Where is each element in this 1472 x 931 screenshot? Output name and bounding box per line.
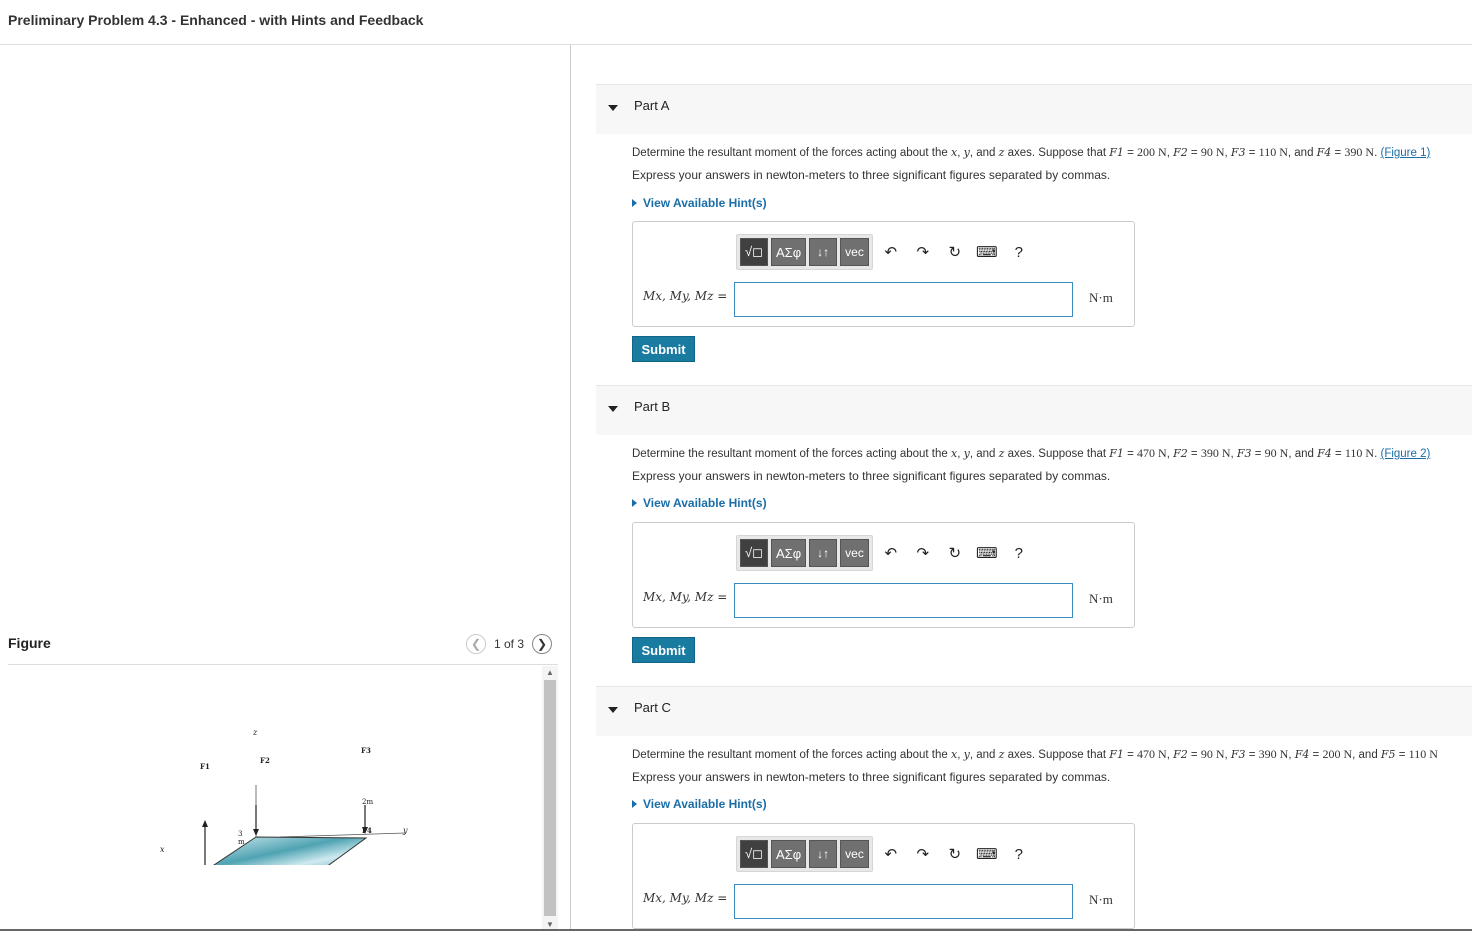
undo-icon[interactable]: ↶ xyxy=(877,539,905,567)
label-f4: F4 xyxy=(362,826,372,835)
expand-triangle-icon xyxy=(632,499,637,507)
answer-input[interactable] xyxy=(734,282,1073,317)
dimension-3m: 3 m xyxy=(238,830,245,846)
collapse-caret-icon xyxy=(608,105,618,111)
templates-button[interactable]: √◻ xyxy=(740,539,768,567)
redo-icon[interactable]: ↷ xyxy=(909,539,937,567)
help-icon[interactable]: ? xyxy=(1005,238,1033,266)
part-b-problem: Determine the resultant moment of the fo… xyxy=(632,446,1431,460)
keyboard-icon[interactable]: ⌨ xyxy=(973,840,1001,868)
reset-icon[interactable]: ↻ xyxy=(941,238,969,266)
answer-unit: N·m xyxy=(1089,290,1113,305)
collapse-caret-icon xyxy=(608,406,618,412)
answer-unit: N·m xyxy=(1089,591,1113,606)
undo-icon[interactable]: ↶ xyxy=(877,238,905,266)
axis-label-z: z xyxy=(253,728,258,737)
part-c-problem: Determine the resultant moment of the fo… xyxy=(632,747,1438,761)
math-toolbar: √◻ ΑΣφ ↓↑ vec ↶ ↷ ↻ ⌨ ? xyxy=(736,533,1033,573)
expand-triangle-icon xyxy=(632,800,637,808)
greek-symbols-button[interactable]: ΑΣφ xyxy=(771,840,807,868)
part-a-submit-button[interactable]: Submit xyxy=(632,336,695,362)
top-bar: Preliminary Problem 4.3 - Enhanced - wit… xyxy=(0,0,1472,45)
previous-figure-button[interactable]: ❮ xyxy=(466,634,486,654)
arrows-button[interactable]: ↓↑ xyxy=(809,840,838,868)
axis-label-y: y xyxy=(403,826,408,835)
math-toolbar: √◻ ΑΣφ ↓↑ vec ↶ ↷ ↻ ⌨ ? xyxy=(736,232,1033,272)
part-a-answer-box: √◻ ΑΣφ ↓↑ vec ↶ ↷ ↻ ⌨ ? Mx, My, Mz = N·m xyxy=(632,221,1135,327)
next-figure-button[interactable]: ❯ xyxy=(532,634,553,654)
answer-label: Mx, My, Mz = xyxy=(643,590,728,604)
vector-button[interactable]: vec xyxy=(840,539,869,567)
part-b-submit-button[interactable]: Submit xyxy=(632,637,695,663)
part-a-header[interactable]: Part A xyxy=(596,84,1472,134)
plate xyxy=(213,836,368,865)
math-toolbar: √◻ ΑΣφ ↓↑ vec ↶ ↷ ↻ ⌨ ? xyxy=(736,834,1033,874)
part-b-instructions: Express your answers in newton-meters to… xyxy=(632,469,1111,483)
help-icon[interactable]: ? xyxy=(1005,539,1033,567)
label-f2: F2 xyxy=(260,756,270,765)
answer-input[interactable] xyxy=(734,884,1073,919)
answer-label: Mx, My, Mz = xyxy=(643,289,728,303)
part-c-title: Part C xyxy=(634,700,671,715)
redo-icon[interactable]: ↷ xyxy=(909,840,937,868)
help-icon[interactable]: ? xyxy=(1005,840,1033,868)
figure-image xyxy=(202,785,406,865)
part-c-instructions: Express your answers in newton-meters to… xyxy=(632,770,1111,784)
figure-page-count: 1 of 3 xyxy=(494,637,525,651)
part-c-hint-toggle[interactable]: View Available Hint(s) xyxy=(632,797,767,811)
part-a-hint-toggle[interactable]: View Available Hint(s) xyxy=(632,196,767,210)
scroll-down-icon[interactable]: ▼ xyxy=(546,920,554,929)
answer-unit: N·m xyxy=(1089,892,1113,907)
collapse-caret-icon xyxy=(608,707,618,713)
figure-label: Figure xyxy=(8,635,51,651)
y-axis xyxy=(279,832,406,838)
scroll-thumb[interactable] xyxy=(544,680,556,916)
part-b-hint-toggle[interactable]: View Available Hint(s) xyxy=(632,496,767,510)
keyboard-icon[interactable]: ⌨ xyxy=(973,539,1001,567)
figure-divider xyxy=(8,664,558,665)
figure-1-link[interactable]: (Figure 1) xyxy=(1380,147,1430,159)
part-b-title: Part B xyxy=(634,399,671,414)
part-a-instructions: Express your answers in newton-meters to… xyxy=(632,168,1111,182)
arrows-button[interactable]: ↓↑ xyxy=(809,238,838,266)
answer-label: Mx, My, Mz = xyxy=(643,891,728,905)
templates-button[interactable]: √◻ xyxy=(740,238,768,266)
page-title: Preliminary Problem 4.3 - Enhanced - wit… xyxy=(8,12,424,28)
part-c-answer-box: √◻ ΑΣφ ↓↑ vec ↶ ↷ ↻ ⌨ ? Mx, My, Mz = N·m xyxy=(632,823,1135,929)
arrows-button[interactable]: ↓↑ xyxy=(809,539,838,567)
part-a-problem: Determine the resultant moment of the fo… xyxy=(632,145,1431,159)
figure-pager: ❮ 1 of 3 ❯ xyxy=(466,634,553,654)
answer-input[interactable] xyxy=(734,583,1073,618)
label-f1: F1 xyxy=(200,762,210,771)
axis-label-x: x xyxy=(160,845,165,854)
part-a-title: Part A xyxy=(634,98,670,113)
reset-icon[interactable]: ↻ xyxy=(941,840,969,868)
figure-2-link[interactable]: (Figure 2) xyxy=(1380,448,1430,460)
figure-pane: Figure ❮ 1 of 3 ❯ z y x F1 F2 F3 F4 3 m … xyxy=(0,45,571,931)
scroll-up-icon[interactable]: ▲ xyxy=(546,668,554,677)
expand-triangle-icon xyxy=(632,199,637,207)
reset-icon[interactable]: ↻ xyxy=(941,539,969,567)
part-b-answer-box: √◻ ΑΣφ ↓↑ vec ↶ ↷ ↻ ⌨ ? Mx, My, Mz = N·m xyxy=(632,522,1135,628)
figure-scrollbar[interactable]: ▲ ▼ xyxy=(542,666,558,931)
vector-button[interactable]: vec xyxy=(840,238,869,266)
label-f3: F3 xyxy=(361,746,371,755)
part-b-header[interactable]: Part B xyxy=(596,385,1472,435)
vector-button[interactable]: vec xyxy=(840,840,869,868)
greek-symbols-button[interactable]: ΑΣφ xyxy=(771,539,807,567)
part-c-header[interactable]: Part C xyxy=(596,686,1472,736)
dimension-2m: 2m xyxy=(362,798,374,806)
keyboard-icon[interactable]: ⌨ xyxy=(973,238,1001,266)
templates-button[interactable]: √◻ xyxy=(740,840,768,868)
greek-symbols-button[interactable]: ΑΣφ xyxy=(771,238,807,266)
undo-icon[interactable]: ↶ xyxy=(877,840,905,868)
redo-icon[interactable]: ↷ xyxy=(909,238,937,266)
